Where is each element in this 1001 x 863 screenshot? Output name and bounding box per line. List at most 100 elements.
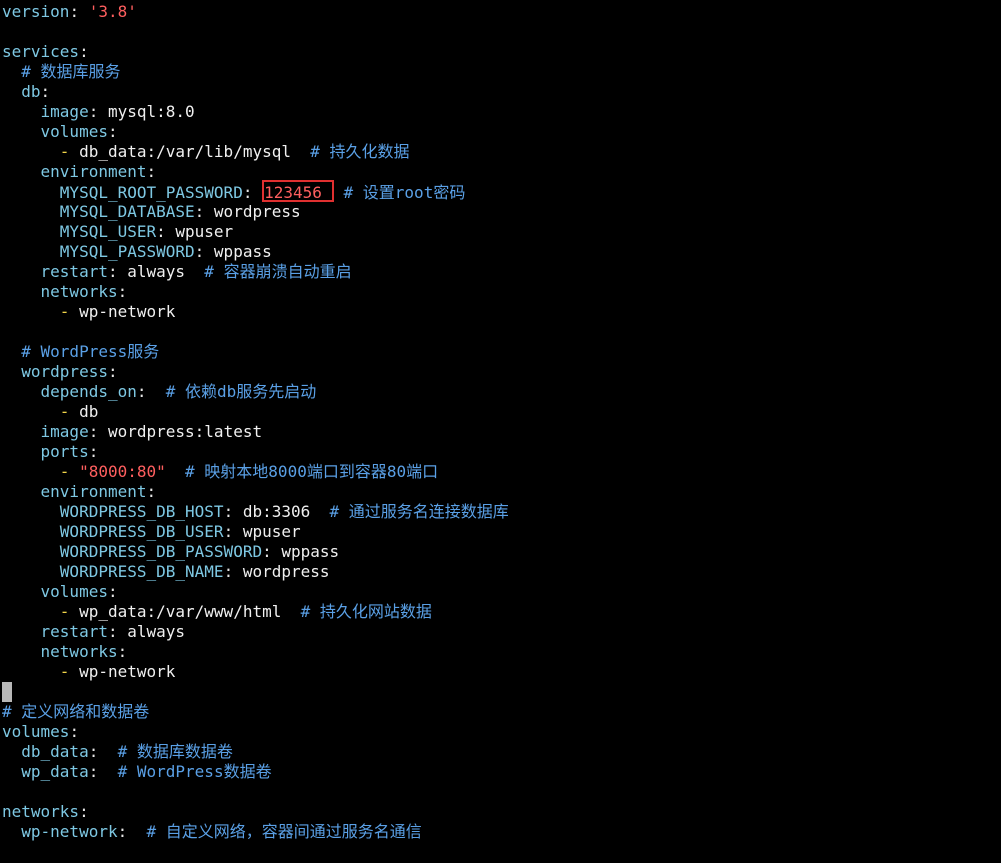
token-punct: : <box>107 622 128 641</box>
token-key: networks <box>2 282 118 301</box>
text-cursor <box>2 682 12 702</box>
code-line[interactable]: - wp_data:/var/www/html # 持久化网站数据 <box>2 602 432 622</box>
token-dash: - <box>2 602 80 621</box>
code-line[interactable]: MYSQL_DATABASE: wordpress <box>2 202 301 222</box>
token-punct: : <box>262 542 282 561</box>
code-line[interactable]: db: <box>2 82 50 102</box>
code-line[interactable]: # 数据库服务 <box>2 62 121 82</box>
code-line[interactable]: - db_data:/var/lib/mysql # 持久化数据 <box>2 142 410 162</box>
code-line[interactable]: - "8000:80" # 映射本地8000端口到容器80端口 <box>2 462 438 482</box>
code-line[interactable]: networks: <box>2 642 128 662</box>
token-punct: : <box>194 202 214 221</box>
code-line[interactable]: depends_on: # 依赖db服务先启动 <box>2 382 317 402</box>
code-line[interactable]: wp_data: # WordPress数据卷 <box>2 762 271 782</box>
token-key: environment <box>2 162 147 181</box>
code-line[interactable]: image: mysql:8.0 <box>2 102 195 122</box>
token-string: '3.8' <box>88 2 137 21</box>
token-punct: : <box>117 642 128 661</box>
yaml-editor[interactable]: version: '3.8' services: # 数据库服务 db: imag… <box>0 0 1001 863</box>
token-key: depends_on <box>2 382 137 401</box>
code-line[interactable]: services: <box>2 42 89 62</box>
code-line[interactable]: - db <box>2 402 99 422</box>
code-line[interactable]: wordpress: <box>2 362 117 382</box>
code-line[interactable]: - wp-network <box>2 662 176 682</box>
code-line[interactable]: image: wordpress:latest <box>2 422 263 442</box>
token-string: "8000:80" <box>79 462 166 481</box>
token-comment: # 映射本地8000端口到容器80端口 <box>165 462 439 481</box>
code-line[interactable]: # WordPress服务 <box>2 342 159 362</box>
token-key: MYSQL_DATABASE <box>2 202 195 221</box>
token-comment: # 设置root密码 <box>333 183 466 202</box>
token-key: MYSQL_ROOT_PASSWORD <box>2 183 243 202</box>
token-key: volumes <box>2 122 108 141</box>
token-punct: : <box>107 122 118 141</box>
code-line[interactable]: networks: <box>2 282 128 302</box>
token-key: image <box>2 422 89 441</box>
token-punct: : <box>88 762 99 781</box>
code-line[interactable]: WORDPRESS_DB_PASSWORD: wppass <box>2 542 339 562</box>
token-key: MYSQL_PASSWORD <box>2 242 195 261</box>
token-value: wordpress <box>213 202 301 221</box>
code-line[interactable]: volumes: <box>2 122 118 142</box>
token-value: wp-network <box>79 302 176 321</box>
token-dash: - <box>2 142 80 161</box>
code-line[interactable]: db_data: # 数据库数据卷 <box>2 742 233 762</box>
token-punct: : <box>88 442 99 461</box>
code-line[interactable]: environment: <box>2 482 157 502</box>
token-comment: # 数据库数据卷 <box>98 742 233 761</box>
token-value: mysql:8.0 <box>107 102 195 121</box>
token-dash: - <box>2 462 80 481</box>
token-punct: : <box>88 102 108 121</box>
code-line[interactable]: volumes: <box>2 722 79 742</box>
token-dash: - <box>2 402 80 421</box>
code-line[interactable]: version: '3.8' <box>2 2 137 22</box>
token-key: wordpress <box>2 362 108 381</box>
token-value: always <box>127 622 186 641</box>
code-line[interactable]: - wp-network <box>2 302 176 322</box>
token-value: wpuser <box>175 222 234 241</box>
code-line[interactable]: ports: <box>2 442 99 462</box>
token-punct: : <box>88 742 99 761</box>
token-key: image <box>2 102 89 121</box>
token-punct: : <box>156 222 176 241</box>
token-punct: : <box>194 242 214 261</box>
token-punct: : <box>146 482 157 501</box>
token-punct: : <box>79 802 89 821</box>
token-value: wpuser <box>242 522 301 541</box>
token-comment: # 容器崩溃自动重启 <box>185 262 352 281</box>
token-punct: : <box>79 42 89 61</box>
code-line[interactable]: MYSQL_ROOT_PASSWORD: 123456 # 设置root密码 <box>2 180 466 202</box>
code-line[interactable]: # 定义网络和数据卷 <box>2 702 149 722</box>
token-value: wordpress <box>242 562 330 581</box>
token-comment: # 数据库服务 <box>2 62 121 81</box>
code-line[interactable]: wp-network: # 自定义网络，容器间通过服务名通信 <box>2 822 422 842</box>
code-line[interactable]: environment: <box>2 162 157 182</box>
code-line[interactable]: MYSQL_PASSWORD: wppass <box>2 242 272 262</box>
code-line[interactable]: restart: always # 容器崩溃自动重启 <box>2 262 352 282</box>
token-dash: - <box>2 662 80 681</box>
highlighted-password-value: 123456 <box>262 180 334 202</box>
token-key: services <box>2 42 80 61</box>
token-punct: : <box>107 262 128 281</box>
token-key: environment <box>2 482 147 501</box>
token-key: MYSQL_USER <box>2 222 157 241</box>
token-punct: : <box>117 282 128 301</box>
code-line[interactable]: MYSQL_USER: wpuser <box>2 222 233 242</box>
token-key: WORDPRESS_DB_USER <box>2 522 224 541</box>
token-value: always <box>127 262 186 281</box>
token-key: WORDPRESS_DB_HOST <box>2 502 224 521</box>
token-key: restart <box>2 262 108 281</box>
code-line[interactable]: WORDPRESS_DB_USER: wpuser <box>2 522 301 542</box>
code-line[interactable]: volumes: <box>2 582 118 602</box>
code-line[interactable]: WORDPRESS_DB_HOST: db:3306 # 通过服务名连接数据库 <box>2 502 509 522</box>
token-value: wppass <box>213 242 272 261</box>
code-line[interactable]: WORDPRESS_DB_NAME: wordpress <box>2 562 330 582</box>
token-punct: : <box>107 582 118 601</box>
token-comment: # 持久化网站数据 <box>281 602 432 621</box>
token-punct: : <box>223 502 243 521</box>
code-line[interactable]: networks: <box>2 802 89 822</box>
code-line[interactable]: restart: always <box>2 622 186 642</box>
token-punct: : <box>146 162 157 181</box>
token-punct: : <box>69 722 80 741</box>
token-punct: : <box>136 382 147 401</box>
